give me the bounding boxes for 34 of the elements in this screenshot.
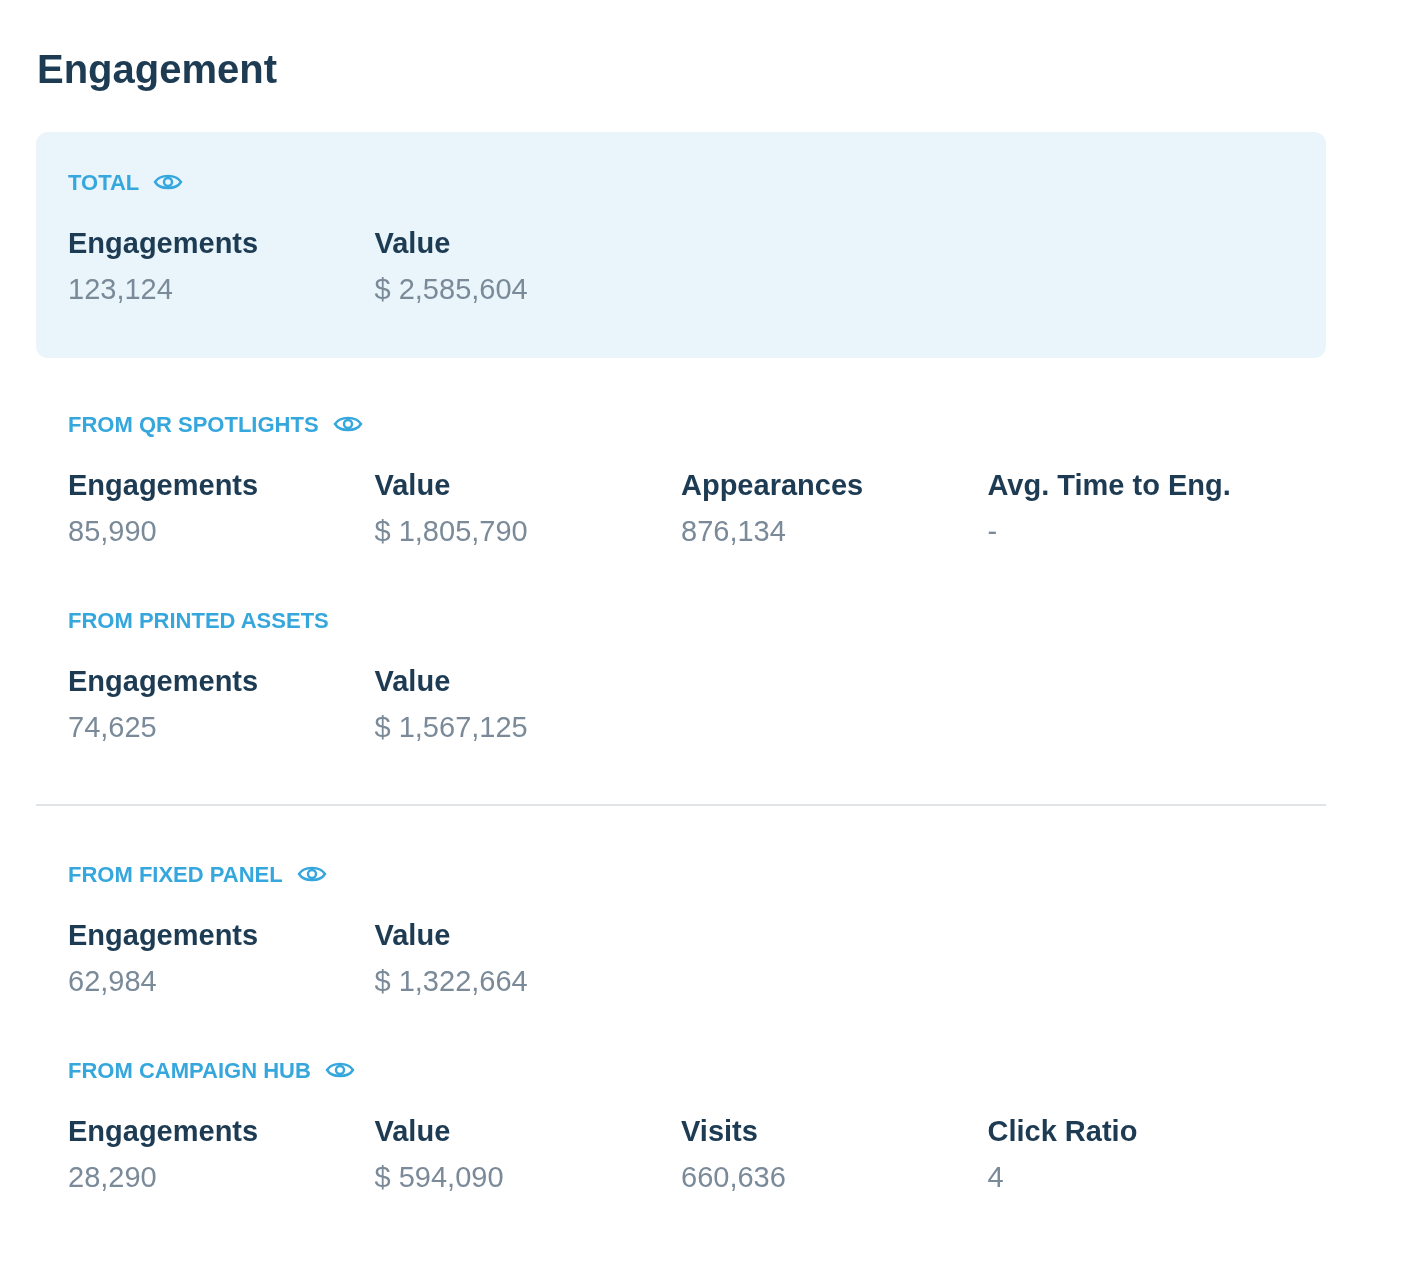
- page-title: Engagement: [37, 46, 279, 93]
- metric-value: 876,134: [681, 514, 787, 549]
- metric-label: Appearances: [681, 468, 865, 503]
- metric-label: Value: [374, 1114, 452, 1149]
- metric-value: 123,124: [68, 272, 174, 307]
- metric-value: $ 1,322,664: [374, 964, 529, 999]
- metric-label: Value: [374, 918, 452, 953]
- section-label: FROM QR SPOTLIGHTS: [68, 410, 319, 439]
- metric-value: $ 594,090: [374, 1160, 505, 1195]
- metric-label: Engagements: [68, 664, 260, 699]
- metric-label: Engagements: [68, 468, 260, 503]
- section-label: TOTAL: [68, 168, 140, 197]
- metric-value: 660,636: [681, 1160, 787, 1195]
- metric-value: 62,984: [68, 964, 158, 999]
- metric-value: 4: [987, 1160, 1005, 1195]
- metric-value: 74,625: [68, 710, 158, 745]
- metric-label: Engagements: [68, 226, 260, 261]
- metric-label: Engagements: [68, 1114, 260, 1149]
- metric-label: Visits: [681, 1114, 759, 1149]
- metric-value: $ 2,585,604: [374, 272, 529, 307]
- metric-value: 28,290: [68, 1160, 158, 1195]
- metric-value: $ 1,567,125: [374, 710, 529, 745]
- metric-value: 85,990: [68, 514, 158, 549]
- metric-label: Engagements: [68, 918, 260, 953]
- metric-label: Value: [374, 664, 452, 699]
- metric-label: Avg. Time to Eng.: [987, 468, 1232, 503]
- metric-label: Value: [374, 468, 452, 503]
- metric-label: Value: [374, 226, 452, 261]
- section-label: FROM FIXED PANEL: [68, 860, 283, 889]
- section-label: FROM CAMPAIGN HUB: [68, 1056, 311, 1085]
- section-label: FROM PRINTED ASSETS: [68, 606, 329, 635]
- metric-label: Click Ratio: [987, 1114, 1139, 1149]
- metric-value: $ 1,805,790: [374, 514, 529, 549]
- metric-value: -: [987, 514, 999, 549]
